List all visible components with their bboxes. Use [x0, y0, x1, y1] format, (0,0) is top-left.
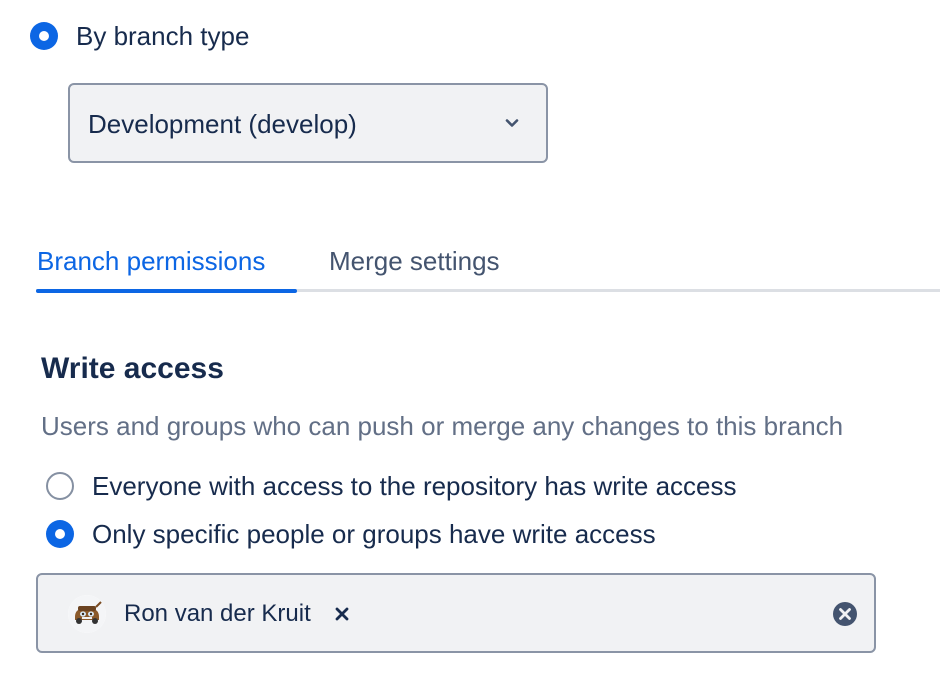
branch-type-radio[interactable] — [30, 22, 58, 50]
everyone-write-access-radio[interactable] — [46, 472, 74, 500]
selected-user-name: Ron van der Kruit — [124, 600, 311, 627]
everyone-write-access-label[interactable]: Everyone with access to the repository h… — [92, 470, 737, 502]
tab-branch-permissions[interactable]: Branch permissions — [37, 244, 265, 278]
active-tab-indicator — [36, 289, 297, 293]
specific-write-access-radio[interactable] — [46, 520, 74, 548]
branch-type-select-value: Development (develop) — [88, 109, 357, 139]
clear-circle-icon[interactable] — [832, 601, 858, 627]
branch-type-label[interactable]: By branch type — [76, 20, 249, 52]
tab-merge-settings[interactable]: Merge settings — [329, 244, 500, 278]
write-access-title: Write access — [41, 352, 224, 385]
branch-permissions-panel: By branch type Development (develop) Bra… — [0, 0, 940, 690]
user-picker-field[interactable]: Ron van der Kruit — [36, 573, 876, 653]
remove-icon[interactable] — [332, 601, 352, 627]
branch-type-select[interactable]: Development (develop) — [68, 83, 548, 163]
write-access-description: Users and groups who can push or merge a… — [41, 411, 844, 441]
specific-write-access-label[interactable]: Only specific people or groups have writ… — [92, 518, 656, 550]
chevron-down-icon — [505, 119, 519, 127]
tow-truck-avatar-icon — [68, 595, 106, 633]
